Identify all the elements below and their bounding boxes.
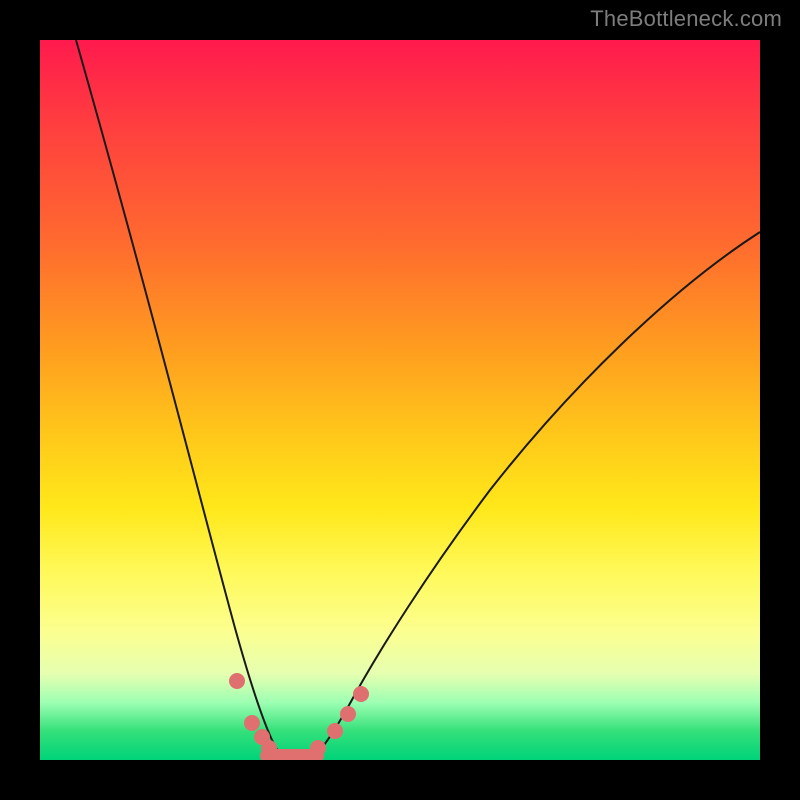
left-marker xyxy=(254,729,270,745)
right-marker xyxy=(310,740,326,756)
right-marker xyxy=(340,706,356,722)
watermark-text: TheBottleneck.com xyxy=(590,6,782,32)
left-curve xyxy=(76,40,283,757)
right-marker xyxy=(353,686,369,702)
left-marker xyxy=(261,740,277,756)
chart-frame: TheBottleneck.com xyxy=(0,0,800,800)
curve-layer xyxy=(40,40,760,760)
left-marker xyxy=(229,673,245,689)
plot-area xyxy=(40,40,760,760)
left-marker xyxy=(244,715,260,731)
right-marker xyxy=(327,723,343,739)
right-curve xyxy=(313,232,760,757)
